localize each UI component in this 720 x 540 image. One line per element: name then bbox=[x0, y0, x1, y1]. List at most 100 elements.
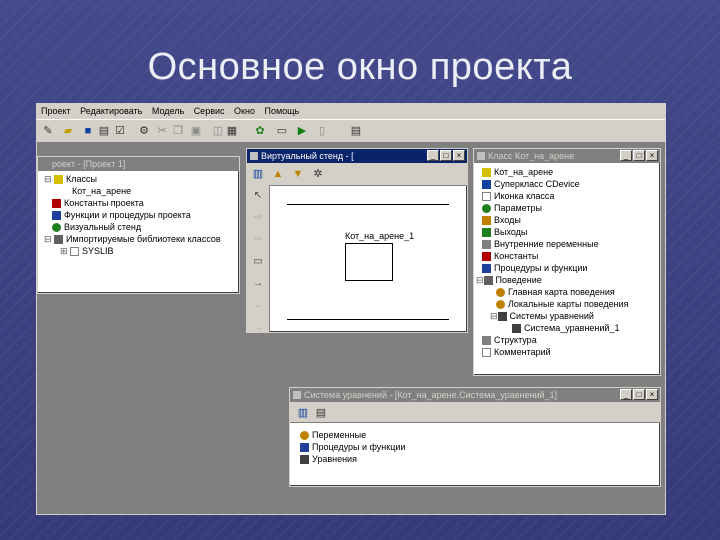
check-icon[interactable]: ◫ bbox=[211, 124, 225, 138]
class-window-title: Класс Кот_на_арене bbox=[488, 151, 575, 161]
tree-item-visual-stand[interactable]: Визуальный стенд bbox=[52, 222, 141, 233]
parameters-icon bbox=[482, 204, 491, 214]
equation-tool-2-icon[interactable]: ▤ bbox=[314, 406, 328, 420]
rectangle-icon[interactable]: ▭ bbox=[253, 257, 263, 267]
settings-icon[interactable]: ⚙ bbox=[137, 124, 151, 138]
class-item-9[interactable]: ⊟ Поведение bbox=[476, 275, 542, 286]
run-icon[interactable]: ✿ bbox=[253, 124, 267, 138]
functions-icon bbox=[482, 264, 491, 274]
class-item-8[interactable]: Процедуры и функции bbox=[482, 263, 587, 274]
class-item-2[interactable]: Иконка класса bbox=[482, 191, 554, 202]
play-icon[interactable]: ▭ bbox=[275, 124, 289, 138]
equation-window-title: Система уравнений - [Кот_на_арене.Систем… bbox=[304, 390, 558, 400]
tool-b-icon[interactable]: ⇦ bbox=[253, 235, 263, 245]
class-item-3[interactable]: Параметры bbox=[482, 203, 542, 214]
project-window-title: роект - [Проект 1] bbox=[52, 159, 126, 169]
project-window-titlebar[interactable]: роект - [Проект 1] bbox=[38, 157, 239, 171]
class-item-11[interactable]: Локальные карты поведения bbox=[496, 299, 628, 310]
stand-tool-palette: ↖ ⇨ ⇦ ▭ → ↔ → bbox=[247, 185, 270, 332]
maximize-button[interactable]: □ bbox=[440, 150, 452, 161]
copy-icon[interactable]: ❐ bbox=[171, 124, 185, 138]
c-icon bbox=[52, 199, 61, 209]
variables-icon bbox=[300, 431, 309, 441]
outputs-icon bbox=[482, 228, 491, 238]
virtual-stand-titlebar[interactable]: Виртуальный стенд - [ _ □ × bbox=[247, 149, 467, 163]
virtual-stand-title: Виртуальный стенд - [ bbox=[261, 151, 354, 161]
minimize-button[interactable]: _ bbox=[427, 150, 439, 161]
minimize-button[interactable]: _ bbox=[620, 389, 632, 400]
virtual-stand-window: Виртуальный стенд - [ _ □ × ▥ ▲ ▼ ✲ ↖ ⇨ ⇦ … bbox=[246, 148, 468, 333]
object-label: Кот_на_арене_1 bbox=[345, 231, 415, 241]
paste-icon[interactable]: ▣ bbox=[189, 124, 203, 138]
class-item-5[interactable]: Выходы bbox=[482, 227, 527, 238]
tree-item-syslib[interactable]: ⊞ SYSLIB bbox=[60, 246, 114, 257]
equation-item-2[interactable]: Уравнения bbox=[300, 454, 357, 465]
equation-toolbar: ▥ ▤ bbox=[290, 402, 660, 423]
line-icon[interactable]: → bbox=[253, 279, 263, 289]
cut-icon[interactable]: ✂ bbox=[155, 124, 169, 138]
class-item-7[interactable]: Константы bbox=[482, 251, 538, 262]
new-icon[interactable]: ✎ bbox=[41, 124, 55, 138]
class-item-12[interactable]: ⊟ Системы уравнений bbox=[490, 311, 594, 322]
menu-service[interactable]: Сервис bbox=[194, 106, 225, 116]
class-item-14[interactable]: Структура bbox=[482, 335, 537, 346]
cat-object[interactable] bbox=[345, 243, 393, 281]
class-window-icon bbox=[477, 152, 485, 160]
tool-c-icon[interactable]: ↔ bbox=[253, 301, 263, 311]
properties-icon[interactable]: ▤ bbox=[97, 124, 111, 138]
close-button[interactable]: × bbox=[453, 150, 465, 161]
class-item-10[interactable]: Главная карта поведения bbox=[496, 287, 615, 298]
close-button[interactable]: × bbox=[646, 150, 658, 161]
menu-window[interactable]: Окно bbox=[234, 106, 255, 116]
functions-icon bbox=[300, 443, 309, 453]
folder-icon bbox=[54, 175, 64, 185]
behavior-icon bbox=[483, 276, 493, 286]
tree-item-libraries[interactable]: ⊟ Импортируемые библиотеки классов bbox=[44, 234, 221, 245]
menu-bar: Проект Редактировать Модель Сервис Окно … bbox=[37, 104, 665, 119]
f-icon bbox=[52, 211, 61, 221]
tool-a-icon[interactable]: ⇨ bbox=[253, 213, 263, 223]
pointer-icon[interactable]: ↖ bbox=[253, 191, 263, 201]
class-item-4[interactable]: Входы bbox=[482, 215, 521, 226]
arena-top-line bbox=[287, 204, 449, 205]
main-map-icon bbox=[496, 288, 505, 298]
build-icon[interactable]: ▦ bbox=[225, 124, 239, 138]
tree-item-classes[interactable]: ⊟ Классы bbox=[44, 174, 97, 185]
class-item-15[interactable]: Комментарий bbox=[482, 347, 551, 358]
stand-tool-2-icon[interactable]: ▲ bbox=[271, 167, 285, 181]
tool-d-icon[interactable]: → bbox=[253, 323, 263, 333]
slide-title: Основное окно проекта bbox=[147, 46, 573, 88]
stand-tool-4-icon[interactable]: ✲ bbox=[311, 167, 325, 181]
close-button[interactable]: × bbox=[646, 389, 658, 400]
equation-tool-1-icon[interactable]: ▥ bbox=[296, 406, 310, 420]
maximize-button[interactable]: □ bbox=[633, 389, 645, 400]
class-item-1[interactable]: Суперкласс CDevice bbox=[482, 179, 580, 190]
equation-system-window: Система уравнений - [Кот_на_арене.Систем… bbox=[289, 387, 661, 487]
menu-project[interactable]: Проект bbox=[41, 106, 71, 116]
open-icon[interactable]: ▰ bbox=[61, 124, 75, 138]
menu-help[interactable]: Помощь bbox=[264, 106, 299, 116]
calculator-icon[interactable]: ▤ bbox=[349, 124, 363, 138]
class-item-13[interactable]: Система_уравнений_1 bbox=[512, 323, 619, 334]
class-item-6[interactable]: Внутренние переменные bbox=[482, 239, 599, 250]
menu-edit[interactable]: Редактировать bbox=[80, 106, 142, 116]
minimize-button[interactable]: _ bbox=[620, 150, 632, 161]
variables-icon bbox=[482, 240, 491, 250]
pause-icon[interactable]: ▯ bbox=[315, 124, 329, 138]
equation-window-titlebar[interactable]: Система уравнений - [Кот_на_арене.Систем… bbox=[290, 388, 660, 402]
save-icon[interactable]: ■ bbox=[81, 124, 95, 138]
tree-item-constants[interactable]: Константы проекта bbox=[52, 198, 144, 209]
edit-icon[interactable]: ☑ bbox=[113, 124, 127, 138]
stand-tool-1-icon[interactable]: ▥ bbox=[251, 167, 265, 181]
equation-item-0[interactable]: Переменные bbox=[300, 430, 366, 441]
stand-tool-3-icon[interactable]: ▼ bbox=[291, 167, 305, 181]
menu-model[interactable]: Модель bbox=[152, 106, 184, 116]
class-window-titlebar[interactable]: Класс Кот_на_арене _ □ × bbox=[474, 149, 660, 163]
equation-item-1[interactable]: Процедуры и функции bbox=[300, 442, 405, 453]
tree-item-functions[interactable]: Функции и процедуры проекта bbox=[52, 210, 191, 221]
class-item-0[interactable]: Кот_на_арене bbox=[482, 167, 553, 178]
maximize-button[interactable]: □ bbox=[633, 150, 645, 161]
tree-item-class[interactable]: Кот_на_арене bbox=[72, 186, 131, 197]
play-green-icon[interactable]: ▶ bbox=[295, 124, 309, 138]
inputs-icon bbox=[482, 216, 491, 226]
